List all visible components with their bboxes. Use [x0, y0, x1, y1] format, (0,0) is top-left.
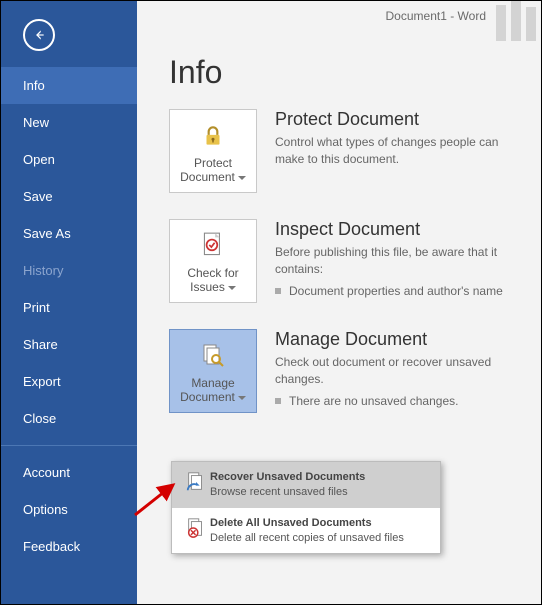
manage-desc: Check out document or recover unsaved ch…	[275, 354, 519, 388]
back-button[interactable]	[23, 19, 55, 51]
manage-heading: Manage Document	[275, 329, 519, 350]
sidebar-item-save-as[interactable]: Save As	[1, 215, 137, 252]
delete-all-unsaved-documents-item[interactable]: Delete All Unsaved Documents Delete all …	[172, 508, 440, 554]
sidebar-item-info[interactable]: Info	[1, 67, 137, 104]
manage-document-menu: Recover Unsaved Documents Browse recent …	[171, 461, 441, 554]
sidebar-item-print[interactable]: Print	[1, 289, 137, 326]
sidebar-item-save[interactable]: Save	[1, 178, 137, 215]
document-check-icon	[172, 230, 254, 262]
document-recover-icon	[182, 470, 210, 494]
delete-desc: Delete all recent copies of unsaved file…	[210, 531, 404, 546]
protect-document-button[interactable]: Protect Document	[169, 109, 257, 193]
back-arrow-icon	[32, 28, 46, 42]
sidebar-item-new[interactable]: New	[1, 104, 137, 141]
inspect-desc: Before publishing this file, be aware th…	[275, 244, 519, 278]
sidebar-item-export[interactable]: Export	[1, 363, 137, 400]
sidebar-item-history: History	[1, 252, 137, 289]
inspect-heading: Inspect Document	[275, 219, 519, 240]
manage-document-button[interactable]: Manage Document	[169, 329, 257, 413]
recover-desc: Browse recent unsaved files	[210, 485, 365, 500]
check-for-issues-button[interactable]: Check for Issues	[169, 219, 257, 303]
lock-icon	[172, 120, 254, 152]
section-inspect: Check for Issues Inspect Document Before…	[137, 219, 541, 303]
sidebar-item-close[interactable]: Close	[1, 400, 137, 437]
delete-title: Delete All Unsaved Documents	[210, 516, 404, 531]
sidebar-item-account[interactable]: Account	[1, 454, 137, 491]
recover-unsaved-documents-item[interactable]: Recover Unsaved Documents Browse recent …	[172, 462, 440, 508]
backstage-sidebar: Info New Open Save Save As History Print…	[1, 1, 137, 604]
section-manage: Manage Document Manage Document Check ou…	[137, 329, 541, 413]
sidebar-item-open[interactable]: Open	[1, 141, 137, 178]
sidebar-item-share[interactable]: Share	[1, 326, 137, 363]
sidebar-item-feedback[interactable]: Feedback	[1, 528, 137, 565]
protect-desc: Control what types of changes people can…	[275, 134, 519, 168]
page-title: Info	[169, 54, 541, 91]
sidebar-separator	[1, 445, 137, 446]
inspect-bullet: Document properties and author's name	[275, 284, 519, 298]
recover-title: Recover Unsaved Documents	[210, 470, 365, 485]
document-search-icon	[172, 340, 254, 372]
protect-heading: Protect Document	[275, 109, 519, 130]
sidebar-item-options[interactable]: Options	[1, 491, 137, 528]
manage-bullet: There are no unsaved changes.	[275, 394, 519, 408]
section-protect: Protect Document Protect Document Contro…	[137, 109, 541, 193]
document-delete-icon	[182, 516, 210, 540]
